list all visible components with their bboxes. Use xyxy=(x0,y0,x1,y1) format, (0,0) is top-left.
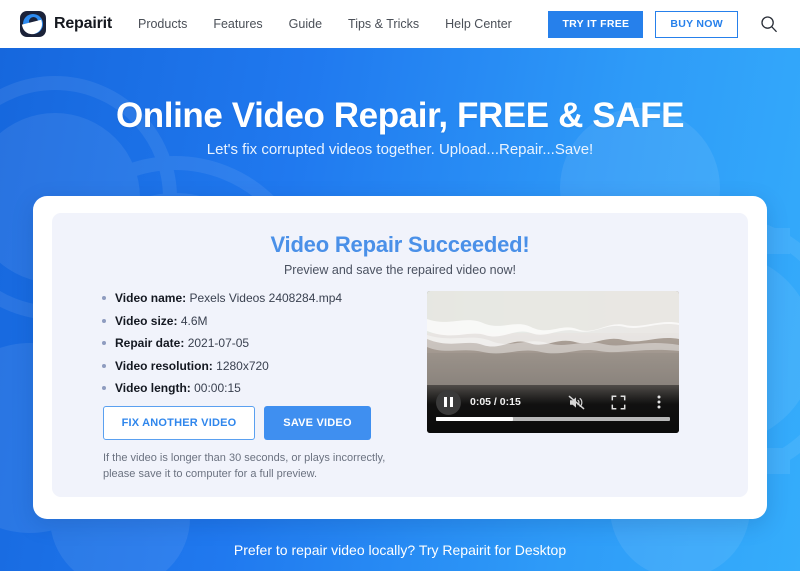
fix-another-video-button[interactable]: FIX ANOTHER VIDEO xyxy=(103,406,255,440)
progress-bar[interactable] xyxy=(436,417,670,421)
panel-title: Video Repair Succeeded! xyxy=(270,232,530,257)
buy-now-button[interactable]: BUY NOW xyxy=(655,10,738,38)
list-item: Video length: 00:00:15 xyxy=(102,381,342,395)
player-control-bar: 0:05 / 0:15 xyxy=(427,385,679,433)
info-value: 4.6M xyxy=(180,313,208,328)
preview-note-line2: please save it to computer for a full pr… xyxy=(103,467,317,480)
search-icon[interactable] xyxy=(760,15,778,33)
preview-note-line1: If the video is longer than 30 seconds, … xyxy=(103,452,386,464)
result-card: Video Repair Succeeded! Preview and save… xyxy=(33,196,767,519)
page-root: Repairit Products Features Guide Tips & … xyxy=(0,0,800,571)
list-item: Video name: Pexels Videos 2408284.mp4 xyxy=(102,291,342,305)
panel-subtitle: Preview and save the repaired video now! xyxy=(283,263,517,277)
card-action-buttons: FIX ANOTHER VIDEO SAVE VIDEO xyxy=(103,406,371,440)
more-options-icon[interactable] xyxy=(650,393,668,411)
hero-section: Online Video Repair, FREE & SAFE Let's f… xyxy=(0,48,800,571)
header-actions: TRY IT FREE BUY NOW xyxy=(548,0,800,48)
time-display: 0:05 / 0:15 xyxy=(470,396,521,408)
pause-icon[interactable] xyxy=(436,389,461,415)
video-player[interactable]: 0:05 / 0:15 xyxy=(427,291,679,433)
info-key: Video size: xyxy=(115,313,178,328)
nav-item-help-center[interactable]: Help Center xyxy=(445,17,512,31)
nav-item-features[interactable]: Features xyxy=(213,17,262,31)
save-video-button[interactable]: SAVE VIDEO xyxy=(264,406,371,440)
hero-subtitle: Let's fix corrupted videos together. Upl… xyxy=(206,141,594,158)
fullscreen-icon[interactable] xyxy=(609,393,627,411)
info-key: Video name: xyxy=(115,291,187,305)
list-item: Video resolution: 1280x720 xyxy=(102,359,342,373)
brand-name: Repairit xyxy=(54,15,112,32)
volume-muted-icon[interactable] xyxy=(567,393,585,411)
video-info-list: Video name: Pexels Videos 2408284.mp4 Vi… xyxy=(102,291,342,404)
hero-title: Online Video Repair, FREE & SAFE xyxy=(115,96,685,135)
nav-item-guide[interactable]: Guide xyxy=(289,17,322,31)
progress-bar-fill xyxy=(436,417,514,421)
list-item: Repair date: 2021-07-05 xyxy=(102,336,342,350)
desktop-promo-link[interactable]: Prefer to repair video locally? Try Repa… xyxy=(0,542,800,558)
info-key: Video length: xyxy=(115,381,191,395)
nav-item-tips-tricks[interactable]: Tips & Tricks xyxy=(348,17,419,31)
info-value: Pexels Videos 2408284.mp4 xyxy=(189,291,343,305)
main-navigation: Products Features Guide Tips & Tricks He… xyxy=(138,17,512,31)
site-header: Repairit Products Features Guide Tips & … xyxy=(0,0,800,48)
info-value: 1280x720 xyxy=(216,358,269,373)
info-key: Repair date: xyxy=(115,336,185,350)
repairit-logo-icon xyxy=(20,11,46,37)
info-value: 2021-07-05 xyxy=(187,336,250,350)
info-value: 00:00:15 xyxy=(194,381,241,395)
player-control-row: 0:05 / 0:15 xyxy=(427,389,679,415)
nav-item-products[interactable]: Products xyxy=(138,17,187,31)
brand-logo[interactable]: Repairit xyxy=(20,11,112,37)
list-item: Video size: 4.6M xyxy=(102,314,342,328)
try-it-free-button[interactable]: TRY IT FREE xyxy=(548,10,644,38)
info-key: Video resolution: xyxy=(115,358,213,373)
preview-note: If the video is longer than 30 seconds, … xyxy=(103,451,403,483)
result-panel: Video Repair Succeeded! Preview and save… xyxy=(52,213,748,497)
